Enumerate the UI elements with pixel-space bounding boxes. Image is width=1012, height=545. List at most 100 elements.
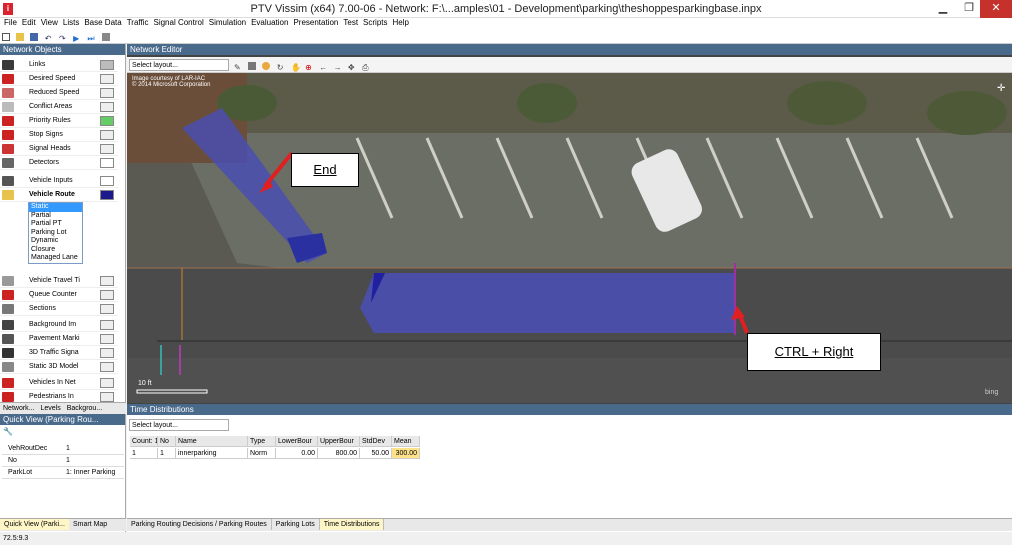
- network-object-conflict-areas[interactable]: Conflict Areas: [0, 100, 118, 114]
- bottom-tab[interactable]: Parking Routing Decisions / Parking Rout…: [127, 519, 272, 530]
- menu-edit[interactable]: Edit: [22, 18, 36, 27]
- menu-file[interactable]: File: [4, 18, 17, 27]
- network-object-background-im[interactable]: Background Im: [0, 318, 118, 332]
- network-object-pavement-marki[interactable]: Pavement Marki: [0, 332, 118, 346]
- table-cell[interactable]: 0.00: [276, 448, 318, 459]
- parking-lot-link[interactable]: [360, 273, 734, 333]
- visibility-swatch[interactable]: [100, 304, 114, 314]
- route-type-option[interactable]: Static: [29, 203, 82, 212]
- table-cell[interactable]: innerparking: [176, 448, 248, 459]
- network-object-vehicle-inputs[interactable]: Vehicle Inputs: [0, 174, 118, 188]
- quick-view-row[interactable]: No 1: [2, 456, 124, 467]
- grid-icon[interactable]: [248, 62, 257, 70]
- left-tab[interactable]: Network...: [0, 403, 38, 414]
- column-header[interactable]: UpperBour: [318, 436, 360, 447]
- left-tab[interactable]: Backgrou...: [64, 403, 105, 414]
- visibility-swatch[interactable]: [100, 378, 114, 388]
- quick-view-row[interactable]: ParkLot 1: Inner Parking: [2, 468, 124, 479]
- visibility-swatch[interactable]: [100, 320, 114, 330]
- menu-simulation[interactable]: Simulation: [209, 18, 246, 27]
- route-type-option[interactable]: Closure: [29, 246, 82, 255]
- visibility-swatch[interactable]: [100, 60, 114, 70]
- new-file-icon[interactable]: [2, 33, 10, 41]
- column-header[interactable]: Type: [248, 436, 276, 447]
- print-icon[interactable]: ⎙: [362, 63, 370, 72]
- play-icon[interactable]: ▶: [73, 34, 81, 43]
- column-header[interactable]: LowerBour: [276, 436, 318, 447]
- menu-traffic[interactable]: Traffic: [127, 18, 149, 27]
- route-type-option[interactable]: Partial: [29, 212, 82, 221]
- network-object-static-3d-model[interactable]: Static 3D Model: [0, 360, 118, 374]
- save-icon[interactable]: [30, 33, 39, 41]
- visibility-swatch[interactable]: [100, 102, 114, 112]
- network-object-reduced-speed[interactable]: Reduced Speed: [0, 86, 118, 100]
- pan-icon[interactable]: ✥: [348, 63, 356, 72]
- table-cell[interactable]: 300.00: [392, 448, 420, 459]
- network-object-vehicle-route[interactable]: Vehicle Route: [0, 188, 118, 202]
- visibility-swatch[interactable]: [100, 348, 114, 358]
- table-cell[interactable]: Norm: [248, 448, 276, 459]
- table-cell[interactable]: 1: [130, 448, 158, 459]
- visibility-swatch[interactable]: [100, 74, 114, 84]
- layout-select[interactable]: Select layout...: [129, 59, 229, 71]
- stop-icon[interactable]: [101, 33, 110, 41]
- bottom-tab[interactable]: Time Distributions: [319, 519, 385, 530]
- network-object-links[interactable]: Links: [0, 58, 118, 72]
- back-icon[interactable]: ←: [319, 63, 327, 72]
- quick-view-tab[interactable]: Smart Map: [69, 519, 111, 530]
- menu-base-data[interactable]: Base Data: [84, 18, 121, 27]
- route-type-option[interactable]: Managed Lane: [29, 254, 82, 263]
- map-canvas[interactable]: ✛ Image courtesy of LAR-IAC © 2014 Micro…: [127, 73, 1012, 403]
- qv-value[interactable]: 1: Inner Parking: [66, 469, 115, 476]
- network-object-3d-traffic-signa[interactable]: 3D Traffic Signa: [0, 346, 118, 360]
- network-object-queue-counter[interactable]: Queue Counter: [0, 288, 118, 302]
- column-header[interactable]: StdDev: [360, 436, 392, 447]
- visibility-swatch[interactable]: [100, 276, 114, 286]
- left-tab[interactable]: Levels: [38, 403, 64, 414]
- bottom-tab[interactable]: Parking Lots: [272, 519, 320, 530]
- qv-value[interactable]: 1: [66, 457, 70, 464]
- menu-signal-control[interactable]: Signal Control: [153, 18, 203, 27]
- visibility-swatch[interactable]: [100, 392, 114, 402]
- visibility-swatch[interactable]: [100, 144, 114, 154]
- network-object-desired-speed[interactable]: Desired Speed: [0, 72, 118, 86]
- step-icon[interactable]: ⏭: [87, 34, 95, 43]
- route-type-option[interactable]: Parking Lot: [29, 229, 82, 238]
- wrench-icon[interactable]: 🔧: [3, 427, 13, 436]
- visibility-swatch[interactable]: [100, 158, 114, 168]
- maximize-icon[interactable]: ❐: [956, 0, 982, 18]
- redo-icon[interactable]: ↷: [59, 34, 67, 43]
- background-icon[interactable]: [262, 62, 271, 70]
- table-cell[interactable]: 1: [158, 448, 176, 459]
- menu-test[interactable]: Test: [343, 18, 358, 27]
- visibility-swatch[interactable]: [100, 190, 114, 200]
- table-cell[interactable]: 800.00: [318, 448, 360, 459]
- menu-help[interactable]: Help: [393, 18, 409, 27]
- quick-view-row[interactable]: VehRoutDec 1: [2, 444, 124, 455]
- visibility-swatch[interactable]: [100, 290, 114, 300]
- open-folder-icon[interactable]: [16, 33, 25, 41]
- network-object-stop-signs[interactable]: Stop Signs: [0, 128, 118, 142]
- route-type-dropdown[interactable]: Static Partial Partial PT Parking Lot Dynami…: [28, 202, 83, 264]
- route-type-option[interactable]: Partial PT: [29, 220, 82, 229]
- visibility-swatch[interactable]: [100, 176, 114, 186]
- visibility-swatch[interactable]: [100, 334, 114, 344]
- undo-icon[interactable]: ↶: [45, 34, 53, 43]
- column-header[interactable]: Count: 1: [130, 436, 158, 447]
- column-header[interactable]: Name: [176, 436, 248, 447]
- network-object-sections[interactable]: Sections: [0, 302, 118, 316]
- forward-icon[interactable]: →: [334, 63, 342, 72]
- network-object-detectors[interactable]: Detectors: [0, 156, 118, 170]
- visibility-swatch[interactable]: [100, 130, 114, 140]
- menu-presentation[interactable]: Presentation: [293, 18, 338, 27]
- network-object-vehicle-travel-ti[interactable]: Vehicle Travel Ti: [0, 274, 118, 288]
- compass-icon[interactable]: ✛: [997, 83, 1005, 94]
- route-type-option[interactable]: Dynamic: [29, 237, 82, 246]
- rotate-icon[interactable]: ↻: [277, 63, 285, 72]
- visibility-swatch[interactable]: [100, 362, 114, 372]
- menu-lists[interactable]: Lists: [63, 18, 79, 27]
- network-object-priority-rules[interactable]: Priority Rules: [0, 114, 118, 128]
- menu-evaluation[interactable]: Evaluation: [251, 18, 288, 27]
- column-header[interactable]: No: [158, 436, 176, 447]
- column-header[interactable]: Mean: [392, 436, 420, 447]
